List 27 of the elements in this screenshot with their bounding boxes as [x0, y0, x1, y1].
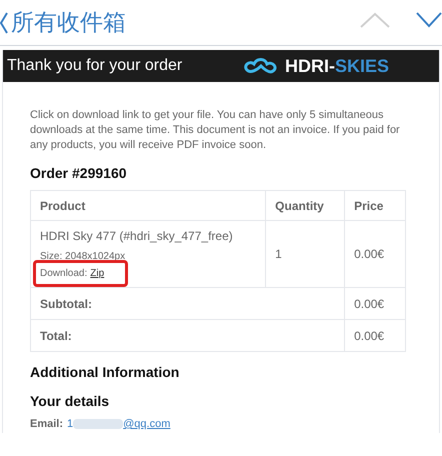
intro-paragraph: Click on download link to get your file. You can have only 5 simultaneous downloads at the same time. This document is not an invoice. If you paid for any products, you will receive PDF invoice soon. [30, 108, 401, 153]
email-label: Email: [30, 417, 64, 432]
total-value: 0.00€ [344, 320, 406, 352]
column-header: Price [344, 190, 406, 220]
column-header: Product [30, 190, 266, 220]
total-label: Subtotal: [30, 288, 345, 320]
table-cell: 1 [266, 220, 345, 288]
blurred-region [73, 419, 124, 430]
back-icon[interactable] [0, 12, 8, 34]
total-value: 0.00€ [344, 288, 406, 320]
download-label: Download: [40, 267, 88, 281]
nav-title: 所有收件箱 [11, 11, 126, 34]
cloud-logo-icon [243, 56, 279, 76]
product-size: Size: 2048x1024px [40, 250, 126, 264]
chevron-down-icon[interactable] [416, 12, 442, 28]
logo-text: HDRI-SKIES [285, 54, 390, 78]
email-link[interactable]: @qq.com [123, 416, 170, 432]
download-link[interactable]: Zip [90, 266, 104, 281]
section-heading: Your details [30, 392, 110, 411]
order-title: Order #299160 [30, 164, 128, 183]
email-start: 1 [67, 417, 74, 432]
table-cell: 0.00€ [344, 220, 406, 288]
column-header: Quantity [266, 190, 345, 220]
total-label: Total: [30, 320, 345, 352]
section-heading: Additional Information [30, 363, 180, 382]
header-title: Thank you for your order [7, 56, 184, 76]
product-name: HDRI Sky 477 (#hdri_sky_477_free) [40, 228, 234, 245]
